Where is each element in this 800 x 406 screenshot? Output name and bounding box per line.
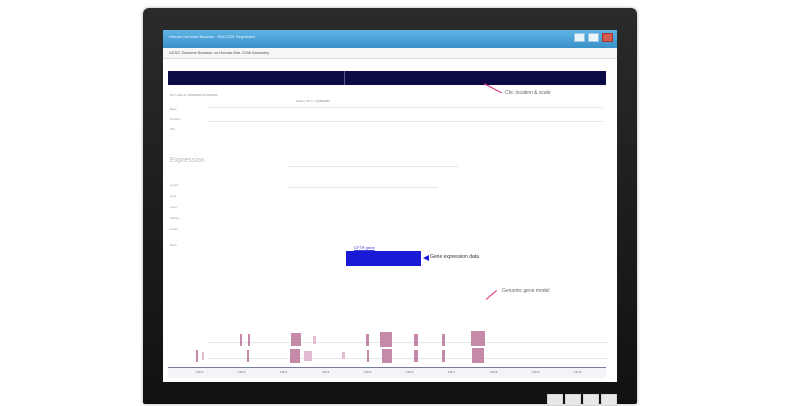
axis-tick-label: 116.4 <box>322 370 330 374</box>
track-header-left: chr7 (q31.2) 116000000 117000000 <box>170 93 218 97</box>
chromosome-ideogram-band[interactable] <box>168 71 606 85</box>
gene-exon[interactable] <box>442 350 445 362</box>
side-label[interactable]: Kidney <box>170 216 179 220</box>
track-line <box>208 107 603 108</box>
gene-exon[interactable] <box>291 333 301 346</box>
page-subtitle: UCSC Genome Browser on Human Mar. 2006 A… <box>169 50 270 55</box>
gene-exon[interactable] <box>313 336 316 344</box>
side-label[interactable]: Base <box>170 107 177 111</box>
gene-exon[interactable] <box>414 334 418 346</box>
gene-exon[interactable] <box>382 349 392 363</box>
callout-blue-gene-text: Gene expression data <box>430 254 479 260</box>
gene-exon[interactable] <box>304 351 312 361</box>
window-controls <box>574 33 613 42</box>
side-label[interactable]: Colon <box>170 227 178 231</box>
gene-exon[interactable] <box>367 350 369 362</box>
gene-exon[interactable] <box>196 350 198 362</box>
side-label[interactable]: Rtd <box>170 127 175 131</box>
callout-location-text: Chr. location & scale <box>505 90 551 96</box>
callout-pink-gene-text: Genomic gene model <box>502 288 550 294</box>
monitor-bezel: Human Genome Browser - ENCODE Regulation… <box>143 8 637 404</box>
browser-window: Human Genome Browser - ENCODE Regulation… <box>163 30 617 382</box>
gene-exon[interactable] <box>240 334 242 346</box>
genome-browser-view: Chr. location & scale chr7 (q31.2) 11600… <box>168 61 612 378</box>
side-label[interactable]: Liver <box>170 194 177 198</box>
axis-tick-label: 116.3 <box>280 370 288 374</box>
track-line <box>208 342 608 343</box>
browser-toolbar: UCSC Genome Browser on Human Mar. 2006 A… <box>163 48 617 59</box>
gene-exon[interactable] <box>380 332 392 347</box>
axis-tick-label: 116.2 <box>238 370 246 374</box>
axis-tick-label: 116.8 <box>490 370 498 374</box>
gene-exon[interactable] <box>472 348 484 363</box>
gene-exon[interactable] <box>471 331 485 346</box>
side-label[interactable]: Brain <box>170 243 177 247</box>
gene-exon[interactable] <box>248 334 250 346</box>
gene-exon[interactable] <box>290 349 300 363</box>
window-title: Human Genome Browser - ENCODE Regulation <box>169 34 256 39</box>
window-titlebar[interactable]: Human Genome Browser - ENCODE Regulation <box>163 30 617 48</box>
band-divider <box>344 71 345 85</box>
close-icon[interactable] <box>602 33 613 42</box>
gene-exon[interactable] <box>202 352 204 360</box>
expression-section-label: Expression <box>170 157 205 164</box>
blue-gene-label[interactable]: CFTR gene <box>354 245 375 250</box>
gene-exon[interactable] <box>366 334 369 346</box>
gene-exon[interactable] <box>442 334 445 346</box>
side-label[interactable]: Position <box>170 117 181 121</box>
axis-tick-label: 116.7 <box>448 370 456 374</box>
axis-tick-label: 116.1 <box>196 370 204 374</box>
side-label[interactable]: Lung <box>170 205 177 209</box>
monitor-button <box>583 394 599 406</box>
axis-tick-label: 116.5 <box>364 370 372 374</box>
track-line <box>208 121 603 122</box>
axis-tick-label: 116.9 <box>532 370 540 374</box>
monitor-button <box>565 394 581 406</box>
track-line <box>288 187 438 188</box>
monitor-button <box>547 394 563 406</box>
blue-arrow-icon <box>423 255 429 261</box>
blue-gene-bar[interactable] <box>346 251 421 266</box>
axis-tick-label: 116.6 <box>406 370 414 374</box>
side-label[interactable]: Lymph <box>170 183 179 187</box>
monitor-button <box>601 394 617 406</box>
gene-exon[interactable] <box>414 350 418 362</box>
gene-exon[interactable] <box>342 352 345 359</box>
track-header-center: Scale | chr7: | 116500000 <box>296 99 330 103</box>
maximize-icon[interactable] <box>588 33 599 42</box>
x-axis-ruler[interactable]: 116.1 116.2 116.3 116.4 116.5 116.6 116.… <box>168 367 606 378</box>
track-line <box>288 166 458 167</box>
track-line <box>208 358 608 359</box>
minimize-icon[interactable] <box>574 33 585 42</box>
callout-arrow-gene <box>485 290 498 300</box>
gene-exon[interactable] <box>247 350 249 362</box>
axis-tick-label: 117.0 <box>574 370 582 374</box>
